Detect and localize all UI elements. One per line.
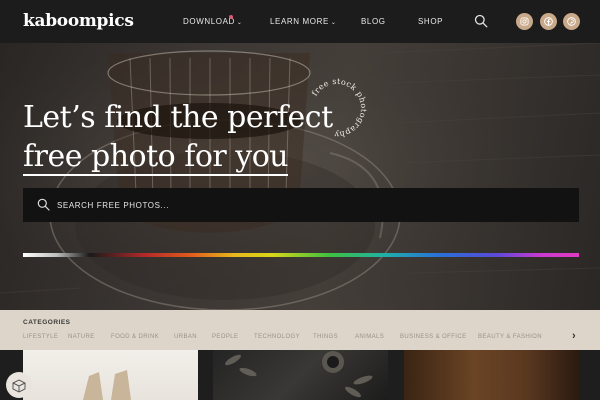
category-business-office[interactable]: BUSINESS & OFFICE — [400, 334, 466, 340]
nav-learn-more[interactable]: LEARN MORE ⌄ — [270, 17, 337, 26]
notification-dot — [229, 15, 233, 19]
hero-headline-line2: free photo for you — [23, 139, 289, 176]
coffee-glass-photo — [0, 43, 600, 310]
site-logo[interactable]: kaboompics — [23, 11, 134, 31]
nav-download[interactable]: DOWNLOAD ⌄ — [183, 17, 243, 26]
category-urban[interactable]: URBAN — [174, 334, 197, 340]
category-nature[interactable]: NATURE — [68, 334, 95, 340]
photo-thumbnail[interactable] — [404, 350, 579, 400]
category-things[interactable]: THINGS — [313, 334, 338, 340]
nav-download-label: DOWNLOAD — [183, 17, 235, 26]
categories-title: CATEGORIES — [23, 319, 71, 326]
nav-blog[interactable]: BLOG — [361, 17, 386, 26]
category-animals[interactable]: ANIMALS — [355, 334, 384, 340]
category-lifestyle[interactable]: LIFESTYLE — [23, 334, 58, 340]
nav-shop[interactable]: SHOP — [418, 17, 443, 26]
cookie-settings-icon[interactable] — [6, 372, 32, 398]
category-people[interactable]: PEOPLE — [212, 334, 238, 340]
nav-learn-more-label: LEARN MORE — [270, 17, 329, 26]
pinterest-icon[interactable] — [563, 13, 580, 30]
search-icon — [37, 198, 50, 211]
category-technology[interactable]: TECHNOLOGY — [254, 334, 300, 340]
photo-grid — [0, 350, 600, 400]
hero-section: free stock photography Let’s find the pe… — [0, 43, 600, 310]
category-beauty-fashion[interactable]: BEAUTY & FASHION — [478, 334, 542, 340]
hero-headline-line1: Let’s find the perfect — [23, 100, 333, 135]
chevron-down-icon: ⌄ — [236, 20, 243, 26]
color-filter-bar[interactable] — [23, 253, 579, 257]
hero-headline: Let’s find the perfect free photo for yo… — [23, 98, 333, 176]
categories-bar: CATEGORIES LIFESTYLE NATURE FOOD & DRINK… — [0, 310, 600, 350]
chevron-right-icon[interactable]: › — [572, 330, 576, 342]
search-input[interactable] — [57, 188, 557, 222]
photo-thumbnail-image — [83, 370, 131, 400]
search-icon[interactable] — [474, 14, 488, 28]
chevron-down-icon: ⌄ — [330, 20, 337, 26]
instagram-icon[interactable] — [516, 13, 533, 30]
photo-thumbnail-image — [225, 351, 373, 398]
photo-thumbnail[interactable] — [213, 350, 388, 400]
photo-thumbnail[interactable] — [23, 350, 198, 400]
category-food-drink[interactable]: FOOD & DRINK — [111, 334, 159, 340]
facebook-icon[interactable] — [540, 13, 557, 30]
search-bar[interactable] — [23, 188, 579, 222]
top-navbar: kaboompics DOWNLOAD ⌄ LEARN MORE ⌄ BLOG SH… — [0, 0, 600, 43]
